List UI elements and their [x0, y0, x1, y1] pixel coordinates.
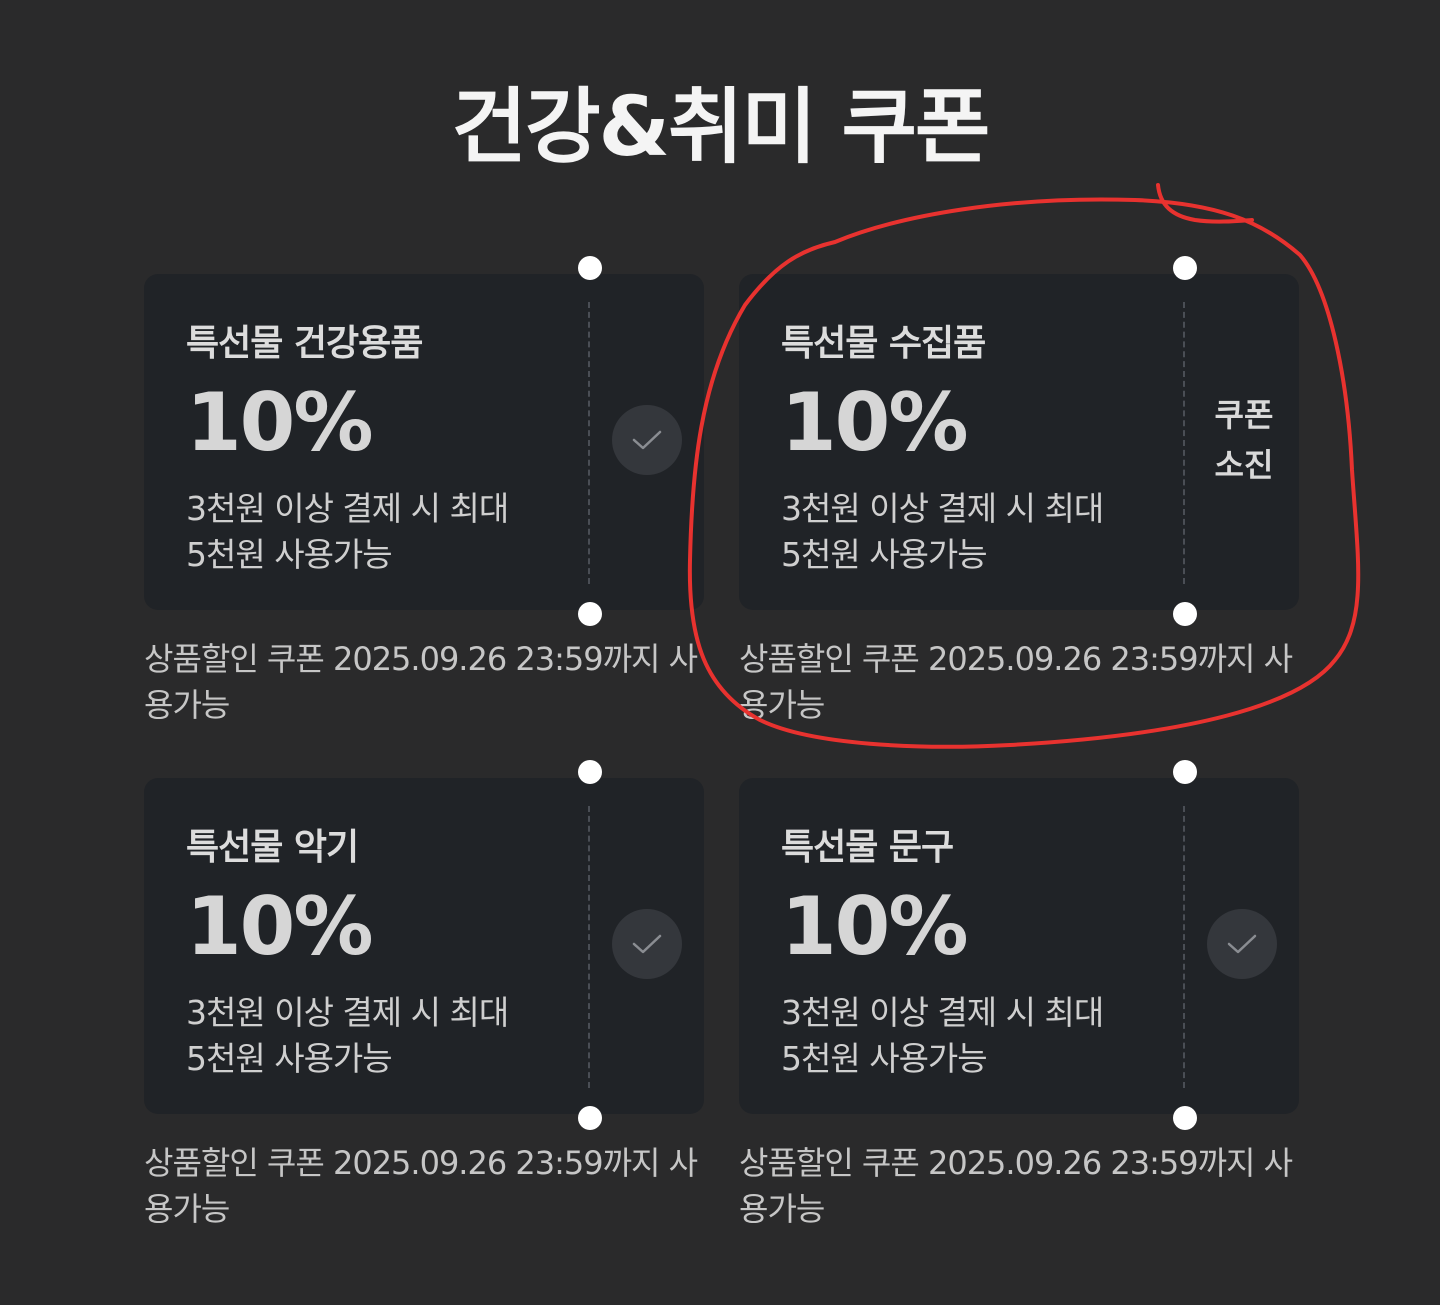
sold-out-line-2: 소진 — [1214, 446, 1274, 484]
condition-line-1: 3천원 이상 결제 시 최대 — [186, 993, 509, 1032]
ticket-notch-top — [1173, 760, 1197, 784]
coupon-download-button[interactable] — [612, 405, 682, 475]
condition-line-1: 3천원 이상 결제 시 최대 — [186, 489, 509, 528]
coupon-validity-note: 상품할인 쿠폰 2025.09.26 23:59까지 사용가능 — [144, 1144, 698, 1228]
coupon-sold-out-label: 쿠폰 소진 — [1201, 390, 1287, 490]
coupon-name: 특선물 수집품 — [781, 323, 986, 364]
coupon-card-health[interactable]: 특선물 건강용품 10% 3천원 이상 결제 시 최대 5천원 사용가능 — [144, 256, 704, 626]
ticket-notch-bottom — [578, 602, 602, 626]
condition-line-2: 5천원 사용가능 — [186, 535, 393, 574]
condition-line-2: 5천원 사용가능 — [186, 1039, 393, 1078]
perforation-divider — [588, 806, 590, 1088]
perforation-divider — [588, 302, 590, 584]
condition-line-2: 5천원 사용가능 — [781, 1039, 988, 1078]
coupon-validity-note: 상품할인 쿠폰 2025.09.26 23:59까지 사용가능 — [739, 640, 1293, 724]
discount-rate: 10% — [781, 880, 968, 973]
condition-line-2: 5천원 사용가능 — [781, 535, 988, 574]
ticket-notch-top — [578, 256, 602, 280]
coupon-download-button[interactable] — [1207, 909, 1277, 979]
coupon-condition: 3천원 이상 결제 시 최대 5천원 사용가능 — [186, 486, 509, 578]
discount-rate: 10% — [186, 880, 373, 973]
check-icon — [632, 430, 662, 450]
coupon-card-collectibles[interactable]: 특선물 수집품 10% 3천원 이상 결제 시 최대 5천원 사용가능 쿠폰 소… — [739, 256, 1299, 626]
check-icon — [632, 934, 662, 954]
perforation-divider — [1183, 302, 1185, 584]
discount-rate: 10% — [781, 376, 968, 469]
perforation-divider — [1183, 806, 1185, 1088]
coupon-download-button[interactable] — [612, 909, 682, 979]
coupon-condition: 3천원 이상 결제 시 최대 5천원 사용가능 — [186, 990, 509, 1082]
coupon-card-stationery[interactable]: 특선물 문구 10% 3천원 이상 결제 시 최대 5천원 사용가능 — [739, 760, 1299, 1130]
coupon-validity-note: 상품할인 쿠폰 2025.09.26 23:59까지 사용가능 — [144, 640, 698, 724]
coupon-name: 특선물 악기 — [186, 827, 359, 868]
condition-line-1: 3천원 이상 결제 시 최대 — [781, 993, 1104, 1032]
coupon-condition: 3천원 이상 결제 시 최대 5천원 사용가능 — [781, 486, 1104, 578]
sold-out-line-1: 쿠폰 — [1214, 396, 1274, 434]
coupon-validity-note: 상품할인 쿠폰 2025.09.26 23:59까지 사용가능 — [739, 1144, 1293, 1228]
coupon-card-instruments[interactable]: 특선물 악기 10% 3천원 이상 결제 시 최대 5천원 사용가능 — [144, 760, 704, 1130]
ticket-notch-bottom — [578, 1106, 602, 1130]
ticket-notch-top — [578, 760, 602, 784]
ticket-notch-top — [1173, 256, 1197, 280]
coupon-condition: 3천원 이상 결제 시 최대 5천원 사용가능 — [781, 990, 1104, 1082]
coupon-name: 특선물 건강용품 — [186, 323, 423, 364]
ticket-notch-bottom — [1173, 602, 1197, 626]
ticket-notch-bottom — [1173, 1106, 1197, 1130]
page-title: 건강&취미 쿠폰 — [451, 80, 991, 175]
discount-rate: 10% — [186, 376, 373, 469]
coupon-name: 특선물 문구 — [781, 827, 954, 868]
check-icon — [1227, 934, 1257, 954]
condition-line-1: 3천원 이상 결제 시 최대 — [781, 489, 1104, 528]
